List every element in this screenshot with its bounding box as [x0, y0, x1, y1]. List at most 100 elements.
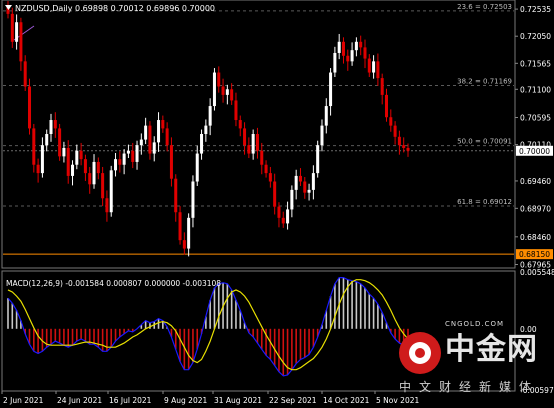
time-tick-label: 31 Aug 2021: [214, 396, 262, 405]
candle-body: [36, 164, 40, 174]
cngold-logo-icon: [399, 332, 441, 374]
candle-body: [225, 89, 229, 95]
candle-body: [238, 120, 242, 129]
candle-body: [230, 89, 234, 101]
candle-body: [45, 134, 49, 146]
candle-body: [49, 120, 53, 134]
candle-body: [324, 106, 328, 126]
candle-body: [255, 134, 259, 151]
time-tick-label: 2 Jun 2021: [3, 396, 44, 405]
candle-body: [234, 100, 238, 121]
candle-body: [337, 41, 341, 53]
watermark-subtitle: 中文财经新媒体: [399, 380, 540, 394]
price-axis: 0.725350.720500.715650.711000.705950.701…: [515, 5, 553, 269]
candle-body: [384, 94, 388, 118]
candle-body: [221, 86, 225, 95]
candle-body: [311, 173, 315, 190]
candle-body: [389, 117, 393, 126]
candle-body: [23, 61, 27, 87]
fib-label: 61.8 = 0.69012: [457, 198, 512, 206]
time-tick-label: 24 Jun 2021: [57, 396, 102, 405]
candle-body: [376, 61, 380, 79]
price-tick-label: 0.69460: [520, 177, 551, 186]
candle-body: [71, 164, 75, 176]
candle-body: [380, 78, 384, 95]
candle-body: [144, 125, 148, 140]
candle-body: [367, 58, 371, 73]
candle-body: [58, 128, 62, 157]
candle-body: [281, 217, 285, 224]
candle-body: [191, 181, 195, 218]
fib-label: 38.2 = 0.71169: [457, 77, 512, 85]
candle-body: [204, 125, 208, 134]
price-tick-label: 0.71100: [520, 85, 551, 94]
candle-body: [66, 147, 70, 176]
candle-body: [157, 120, 161, 143]
candle-body: [122, 153, 126, 165]
price-tick-label: 0.68460: [520, 233, 551, 242]
candle-body: [178, 212, 182, 241]
candle-body: [264, 164, 268, 174]
time-axis: 2 Jun 2021 24 Jun 2021 16 Jul 2021 9 Aug 20…: [1, 391, 419, 405]
candle-body: [341, 41, 345, 56]
candle-body: [208, 106, 212, 126]
candle-body: [393, 125, 397, 137]
candle-body: [28, 86, 32, 129]
candle-body: [148, 125, 152, 154]
candle-body: [79, 150, 83, 160]
candle-body: [354, 41, 358, 51]
candle-body: [307, 189, 311, 193]
price-tick-label: 0.68970: [520, 204, 551, 213]
macd-tick-label: 0.005548: [520, 268, 554, 277]
candle-body: [187, 217, 191, 249]
candle-body: [114, 159, 118, 171]
candle-body: [131, 150, 135, 162]
low-level-label: 0.68150: [519, 250, 550, 259]
candle-body: [40, 145, 44, 174]
candle-body: [290, 189, 294, 210]
candle-body: [10, 13, 14, 42]
candle-body: [268, 173, 272, 182]
time-tick-label: 9 Aug 2021: [164, 396, 207, 405]
candle-body: [372, 61, 376, 73]
candle-body: [15, 22, 19, 42]
candle-body: [101, 173, 105, 199]
candlesticks: [6, 1, 410, 257]
candle-body: [273, 181, 277, 207]
candle-body: [135, 145, 139, 162]
time-tick-label: 14 Oct 2021: [323, 396, 370, 405]
candle-body: [303, 181, 307, 193]
price-tick-label: 0.71565: [520, 59, 551, 68]
current-price-label: 0.70000: [519, 147, 550, 156]
candle-body: [294, 175, 298, 190]
candle-body: [243, 128, 247, 146]
candle-body: [19, 22, 23, 62]
candle-body: [346, 55, 350, 62]
time-tick-label: 22 Sep 2021: [269, 396, 317, 405]
candle-body: [195, 153, 199, 182]
candle-body: [397, 136, 401, 146]
fib-label: 50.0 = 0.70091: [457, 138, 512, 146]
candle-body: [363, 47, 367, 59]
time-tick-label: 16 Jul 2021: [109, 396, 152, 405]
price-tick-label: 0.72535: [520, 5, 551, 14]
candle-body: [126, 150, 130, 154]
candle-body: [109, 170, 113, 213]
macd-label: MACD(12,26,9) -0.001584 0.000807 0.00000…: [6, 279, 221, 288]
candle-body: [105, 198, 109, 213]
candle-body: [75, 150, 79, 165]
candle-body: [277, 206, 281, 218]
candle-body: [320, 125, 324, 146]
symbol-header: NZDUSD,Daily 0.69898 0.70012 0.69896 0.7…: [15, 4, 215, 13]
candle-body: [247, 145, 251, 154]
candle-body: [62, 147, 66, 157]
price-tick-label: 0.70595: [520, 114, 551, 123]
candle-body: [88, 173, 92, 185]
candle-body: [182, 240, 186, 249]
candle-body: [174, 178, 178, 213]
candle-body: [165, 128, 169, 146]
price-chart-window[interactable]: 23.6 = 0.72503 38.2 = 0.71169 50.0 = 0.700…: [0, 0, 554, 408]
candle-body: [53, 120, 57, 129]
candle-body: [251, 134, 255, 154]
triangle-down-icon[interactable]: [5, 5, 12, 10]
